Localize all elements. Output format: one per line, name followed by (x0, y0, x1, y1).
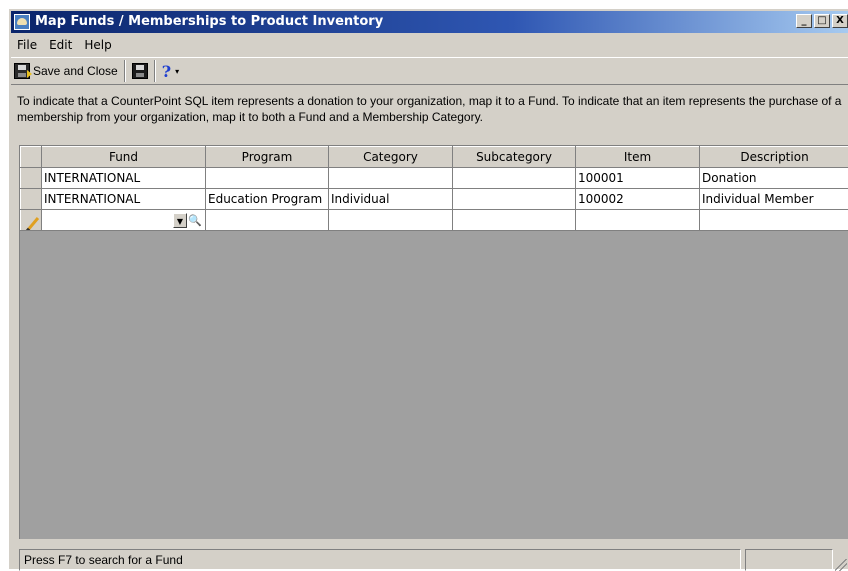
save-and-close-button[interactable]: Save and Close (11, 60, 121, 82)
category-cell[interactable] (329, 210, 453, 231)
menu-bar: File Edit Help (11, 36, 848, 54)
new-row[interactable]: ▼ 🔍 (21, 210, 848, 231)
table-row[interactable]: INTERNATIONAL 100001 Donation (21, 168, 848, 189)
mapping-grid[interactable]: Fund Program Category Subcategory Item D… (19, 145, 848, 539)
description-cell[interactable] (700, 210, 848, 231)
status-panel-secondary (745, 549, 833, 571)
row-selector[interactable] (21, 210, 42, 231)
column-header-category[interactable]: Category (329, 147, 453, 168)
grid-header-row: Fund Program Category Subcategory Item D… (21, 147, 848, 168)
status-text: Press F7 to search for a Fund (19, 549, 741, 571)
menu-file[interactable]: File (11, 38, 43, 52)
row-selector[interactable] (21, 189, 42, 210)
save-icon (132, 63, 148, 79)
toolbar: Save and Close ? ▾ (11, 57, 848, 85)
binoculars-search-icon[interactable]: 🔍 (187, 213, 203, 228)
fund-dropdown-button[interactable]: ▼ (173, 213, 187, 228)
help-button[interactable]: ? ▾ (159, 60, 182, 82)
subcategory-cell[interactable] (453, 189, 576, 210)
toolbar-separator (124, 60, 126, 82)
title-bar[interactable]: Map Funds / Memberships to Product Inven… (11, 11, 848, 33)
column-header-subcategory[interactable]: Subcategory (453, 147, 576, 168)
menu-edit[interactable]: Edit (43, 38, 78, 52)
main-window: Map Funds / Memberships to Product Inven… (8, 8, 848, 569)
resize-grip[interactable] (835, 559, 847, 571)
item-cell[interactable] (576, 210, 700, 231)
save-button[interactable] (129, 60, 151, 82)
instructions-text: To indicate that a CounterPoint SQL item… (17, 93, 845, 125)
description-cell[interactable]: Individual Member (700, 189, 848, 210)
program-cell[interactable] (206, 210, 329, 231)
subcategory-cell[interactable] (453, 168, 576, 189)
close-button[interactable]: X (832, 14, 848, 28)
category-cell[interactable] (329, 168, 453, 189)
program-cell[interactable]: Education Program (206, 189, 329, 210)
category-cell[interactable]: Individual (329, 189, 453, 210)
minimize-button[interactable]: _ (796, 14, 812, 28)
app-icon (14, 14, 30, 30)
dropdown-arrow-icon[interactable]: ▾ (175, 67, 179, 76)
table-row[interactable]: INTERNATIONAL Education Program Individu… (21, 189, 848, 210)
fund-cell[interactable]: INTERNATIONAL (42, 168, 206, 189)
toolbar-separator (154, 60, 156, 82)
status-bar: Press F7 to search for a Fund (19, 549, 847, 571)
column-header-item[interactable]: Item (576, 147, 700, 168)
menu-help[interactable]: Help (78, 38, 117, 52)
row-selector[interactable] (21, 168, 42, 189)
pencil-edit-icon (26, 217, 39, 231)
item-cell[interactable]: 100002 (576, 189, 700, 210)
column-header-program[interactable]: Program (206, 147, 329, 168)
column-header-fund[interactable]: Fund (42, 147, 206, 168)
save-close-icon (14, 63, 30, 79)
fund-editor-cell[interactable]: ▼ 🔍 (42, 210, 206, 231)
program-cell[interactable] (206, 168, 329, 189)
subcategory-cell[interactable] (453, 210, 576, 231)
description-cell[interactable]: Donation (700, 168, 848, 189)
help-icon: ? (162, 62, 171, 81)
fund-cell[interactable]: INTERNATIONAL (42, 189, 206, 210)
window-title: Map Funds / Memberships to Product Inven… (35, 14, 383, 29)
grid-corner-header[interactable] (21, 147, 42, 168)
maximize-button[interactable]: □ (814, 14, 830, 28)
item-cell[interactable]: 100001 (576, 168, 700, 189)
save-and-close-label: Save and Close (33, 64, 118, 78)
column-header-description[interactable]: Description (700, 147, 848, 168)
